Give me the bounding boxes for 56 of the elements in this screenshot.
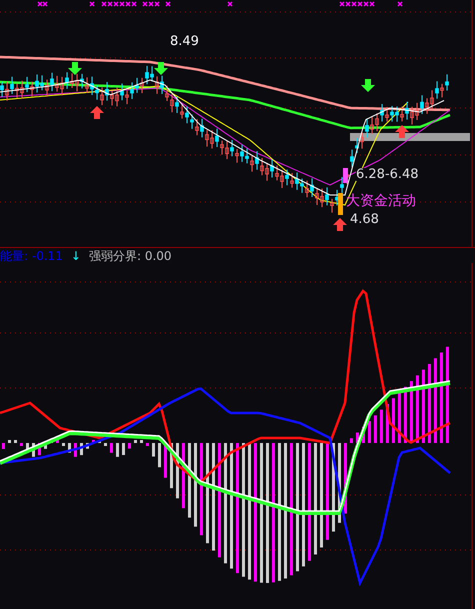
histogram-bar [410,381,413,443]
histogram-bar [98,440,101,443]
histogram-bar [122,443,125,455]
histogram-bar [170,443,173,488]
legend-label: ↓ [70,250,81,262]
signal-bar [343,168,348,183]
histogram-bar [140,440,143,443]
histogram-bar [386,404,389,443]
histogram-bar [92,440,95,443]
up-arrow-icon [90,106,104,119]
histogram-bar [350,438,353,443]
histogram-bar [110,443,113,453]
legend-label: 强弱分界: 0.00 [88,250,172,262]
volume-spike-bar [338,193,343,215]
signal-label: 大资金活动 [346,194,416,208]
histogram-bar [20,443,23,446]
histogram-bar [182,443,185,508]
histogram-bar [128,443,131,449]
price-label: 4.68 [350,213,379,226]
histogram-bar [380,410,383,443]
histogram-bar [374,415,377,443]
histogram-bar [404,386,407,443]
histogram-bar [8,440,11,443]
histogram-bar [134,440,137,443]
histogram-bar [44,443,47,449]
up-arrow-icon [333,218,347,231]
histogram-bar [116,443,119,457]
histogram-bar [74,443,77,457]
histogram-bar [398,392,401,443]
histogram-bar [32,443,35,457]
histogram-bar [38,443,41,456]
histogram-bar [14,440,17,443]
histogram-bar [164,443,167,478]
histogram-bar [158,443,161,468]
up-arrow-icon [395,125,409,138]
histogram-bar [416,375,419,443]
histogram-bar [176,443,179,498]
histogram-bar [368,421,371,443]
histogram-bar [356,432,359,443]
down-arrow-icon [154,62,168,75]
histogram-bar [56,440,59,443]
histogram-bar [62,443,65,446]
histogram-bar [68,443,71,453]
histogram-bar [80,443,83,456]
legend-label: 能量: -0.11 [0,250,63,262]
histogram-bar [152,443,155,457]
histogram-bar [2,443,5,449]
histogram-bar [344,443,347,514]
histogram-bar [86,443,89,449]
price-label: 6.28-6.48 [356,168,419,181]
histogram-bar [392,398,395,443]
down-arrow-icon [361,79,375,92]
down-arrow-icon [68,62,82,75]
price-label: 8.49 [170,35,199,48]
histogram-bar [104,443,107,446]
histogram-bar [146,443,149,446]
